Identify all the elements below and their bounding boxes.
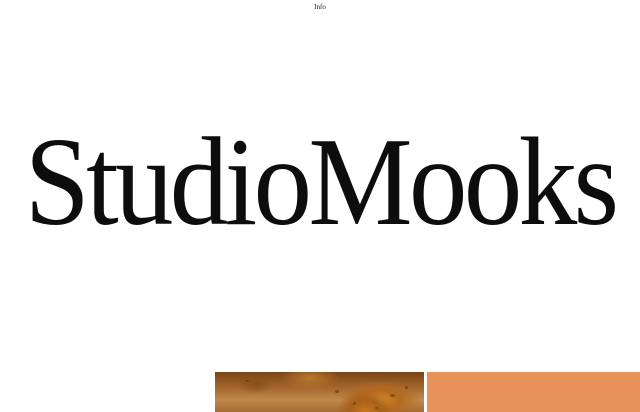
brand-title: StudioMooks: [24, 113, 619, 252]
gallery-image-orange[interactable]: [427, 372, 640, 412]
gallery-image-rock[interactable]: [215, 372, 424, 412]
project-gallery: [215, 372, 640, 412]
info-link[interactable]: Info: [0, 3, 640, 12]
